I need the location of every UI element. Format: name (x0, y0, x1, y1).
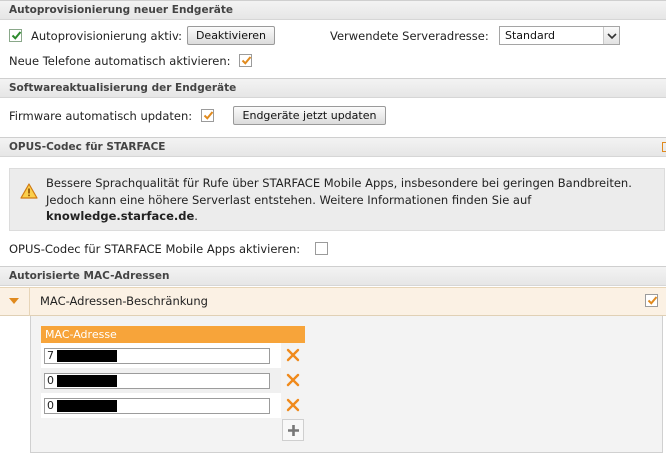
add-mac-button[interactable] (282, 419, 304, 441)
section-edge-marker (662, 142, 666, 152)
mac-address-input[interactable]: 0 (44, 398, 270, 414)
mac-address-input[interactable]: 0 (44, 373, 270, 389)
mac-restriction-label: MAC-Adressen-Beschränkung (40, 294, 208, 308)
checkmark-icon (241, 56, 252, 65)
panel-divider (29, 288, 30, 316)
autoprov-active-checkbox[interactable] (9, 29, 22, 42)
redaction-bar (57, 350, 117, 362)
section-header-software-update: Softwareaktualisierung der Endgeräte (0, 78, 666, 98)
firmware-auto-label: Firmware automatisch updaten: (9, 109, 193, 123)
warning-period: . (194, 209, 198, 223)
section-header-mac-addresses: Autorisierte MAC-Adressen (0, 266, 666, 286)
update-devices-button[interactable]: Endgeräte jetzt updaten (233, 106, 386, 125)
server-address-select[interactable]: Standard (499, 26, 620, 45)
warning-triangle-icon (20, 183, 38, 199)
section-header-autoprovisioning: Autoprovisionierung neuer Endgeräte (0, 0, 666, 20)
close-icon[interactable] (286, 348, 300, 362)
dropdown-arrow[interactable] (603, 27, 619, 44)
autoprov-active-label: Autoprovisionierung aktiv: (31, 29, 183, 43)
opus-activate-checkbox[interactable] (315, 242, 328, 255)
firmware-auto-checkbox[interactable] (201, 109, 214, 122)
opus-warning-line1: Bessere Sprachqualität für Rufe über STA… (46, 176, 632, 190)
mac-address-value: 0 (47, 374, 54, 387)
new-phones-checkbox[interactable] (239, 54, 252, 67)
close-icon[interactable] (286, 373, 300, 387)
mac-restriction-panel[interactable]: MAC-Adressen-Beschränkung (0, 287, 666, 316)
opus-activate-label: OPUS-Codec für STARFACE Mobile Apps akti… (9, 242, 301, 256)
mac-address-input[interactable]: 7 (44, 348, 270, 364)
checkmark-icon (11, 31, 22, 40)
mac-address-value: 7 (47, 349, 54, 362)
mac-restriction-checkbox[interactable] (645, 294, 658, 307)
opus-warning-line3: knowledge.starface.de. (46, 209, 198, 223)
opus-warning-box: Bessere Sprachqualität für Rufe über STA… (9, 168, 665, 231)
new-phones-label: Neue Telefone automatisch aktivieren: (9, 54, 231, 68)
section-header-opus: OPUS-Codec für STARFACE (0, 137, 666, 157)
redaction-bar (57, 400, 117, 412)
checkmark-icon (203, 111, 214, 120)
redaction-bar (57, 375, 117, 387)
checkmark-icon (647, 296, 658, 305)
mac-column-header: MAC-Adresse (41, 326, 305, 343)
mac-address-value: 0 (47, 399, 54, 412)
server-address-label: Verwendete Serveradresse: (330, 29, 489, 43)
chevron-down-icon[interactable] (8, 297, 20, 305)
close-icon[interactable] (286, 398, 300, 412)
plus-icon (288, 425, 299, 436)
chevron-down-icon (607, 33, 617, 40)
knowledge-link[interactable]: knowledge.starface.de (46, 209, 194, 223)
deactivate-button[interactable]: Deaktivieren (187, 26, 275, 45)
opus-warning-line2: Jedoch kann eine höhere Serverlast entst… (46, 193, 532, 207)
server-address-value: Standard (505, 29, 556, 42)
